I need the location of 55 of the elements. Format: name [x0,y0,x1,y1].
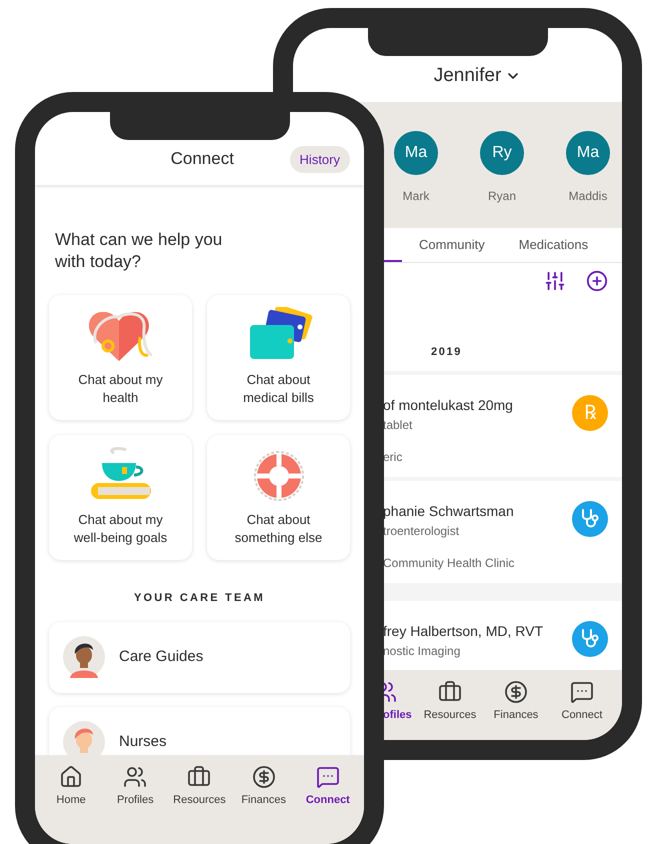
record-card[interactable]: of montelukast 20mg tablet eric ℞ [383,375,622,477]
record-subtitle: nostic Imaging [383,643,462,660]
prompt-heading: What can we help you with today? [55,229,224,273]
dollar-icon [252,765,276,789]
record-detail: eric [383,449,404,466]
record-title: phanie Schwartsman [383,502,515,521]
topic-card[interactable]: Chat about my well-being goals [49,435,192,560]
filter-icon[interactable] [544,270,566,292]
topic-card[interactable]: Chat about something else [207,435,350,560]
care-team-card[interactable]: Care Guides [49,622,350,692]
stethoscope-icon [580,508,600,530]
chat-icon [570,680,594,704]
nav-tab[interactable]: Resources [168,765,230,844]
home-icon [59,765,84,789]
record-card[interactable]: phanie Schwartsman troenterologist Community Health Clinic [383,481,622,583]
add-icon[interactable] [586,270,608,292]
care-team-card[interactable]: Nurses [49,706,350,755]
person-avatar [63,636,105,678]
profile-avatar[interactable]: Ma [566,131,610,175]
nav-tab[interactable]: Resources [417,680,483,740]
nav-tab[interactable]: Connect [549,680,615,740]
nav-tab[interactable]: Finances [483,680,549,740]
profile-name: Mark [402,188,430,205]
dollar-icon [504,680,528,704]
prescription-badge: ℞ [572,395,608,431]
record-subtitle: tablet [383,417,414,434]
profile-avatar[interactable]: Ry [480,131,524,175]
history-button[interactable]: History [290,146,350,173]
tab[interactable]: Medications [502,228,606,262]
profile-switcher[interactable]: Jennifer [434,62,522,90]
record-title: of montelukast 20mg [383,396,514,415]
nav-tab[interactable]: Finances [232,765,295,844]
chat-icon [316,765,340,789]
stethoscope-icon [580,628,600,650]
section-heading: YOUR CARE TEAM [132,591,266,606]
profile-name: Maddis [568,188,608,205]
screen-title: Connect [170,148,234,170]
toolbox-icon [438,680,462,704]
nav-tab[interactable]: ofiles [383,680,417,740]
tab[interactable]: Community [402,228,502,262]
record-title: frey Halbertson, MD, RVT [383,622,544,641]
people-icon [123,765,148,789]
record-card[interactable]: frey Halbertson, MD, RVT nostic Imaging [383,601,622,670]
topic-card[interactable]: Chat about my health [49,295,192,420]
profile-name: Ryan [488,188,516,205]
record-subtitle: troenterologist [383,523,460,540]
nav-tab[interactable]: Profiles [104,765,166,844]
topic-card[interactable]: Chat about medical bills [207,295,350,420]
tab-indicator [383,260,402,262]
year-heading: 2019 [431,346,462,358]
nav-tab[interactable]: Home [40,765,102,844]
record-detail: Community Health Clinic [383,555,516,572]
profile-avatar[interactable]: Ma [394,131,438,175]
toolbox-icon [187,765,212,789]
nav-tab[interactable]: Connect [296,765,359,844]
